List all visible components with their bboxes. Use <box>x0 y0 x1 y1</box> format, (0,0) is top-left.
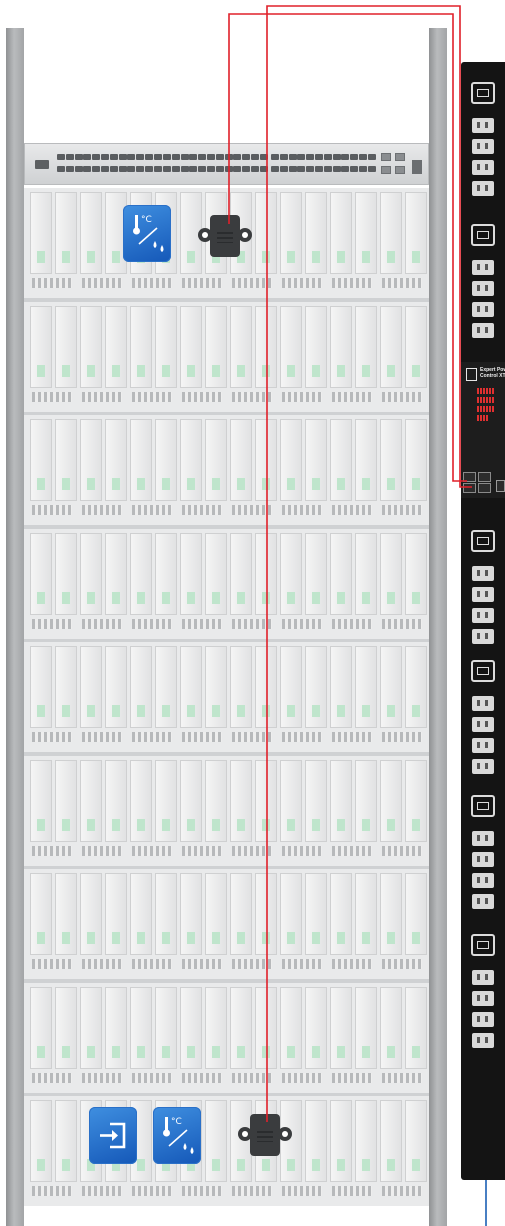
sensor-cable-bottom <box>266 5 472 1122</box>
sensor-cable-top <box>228 13 467 482</box>
rack-diagram: °C °C Expert Po Control XT <box>0 0 505 1226</box>
sensor-cables <box>228 5 487 1226</box>
